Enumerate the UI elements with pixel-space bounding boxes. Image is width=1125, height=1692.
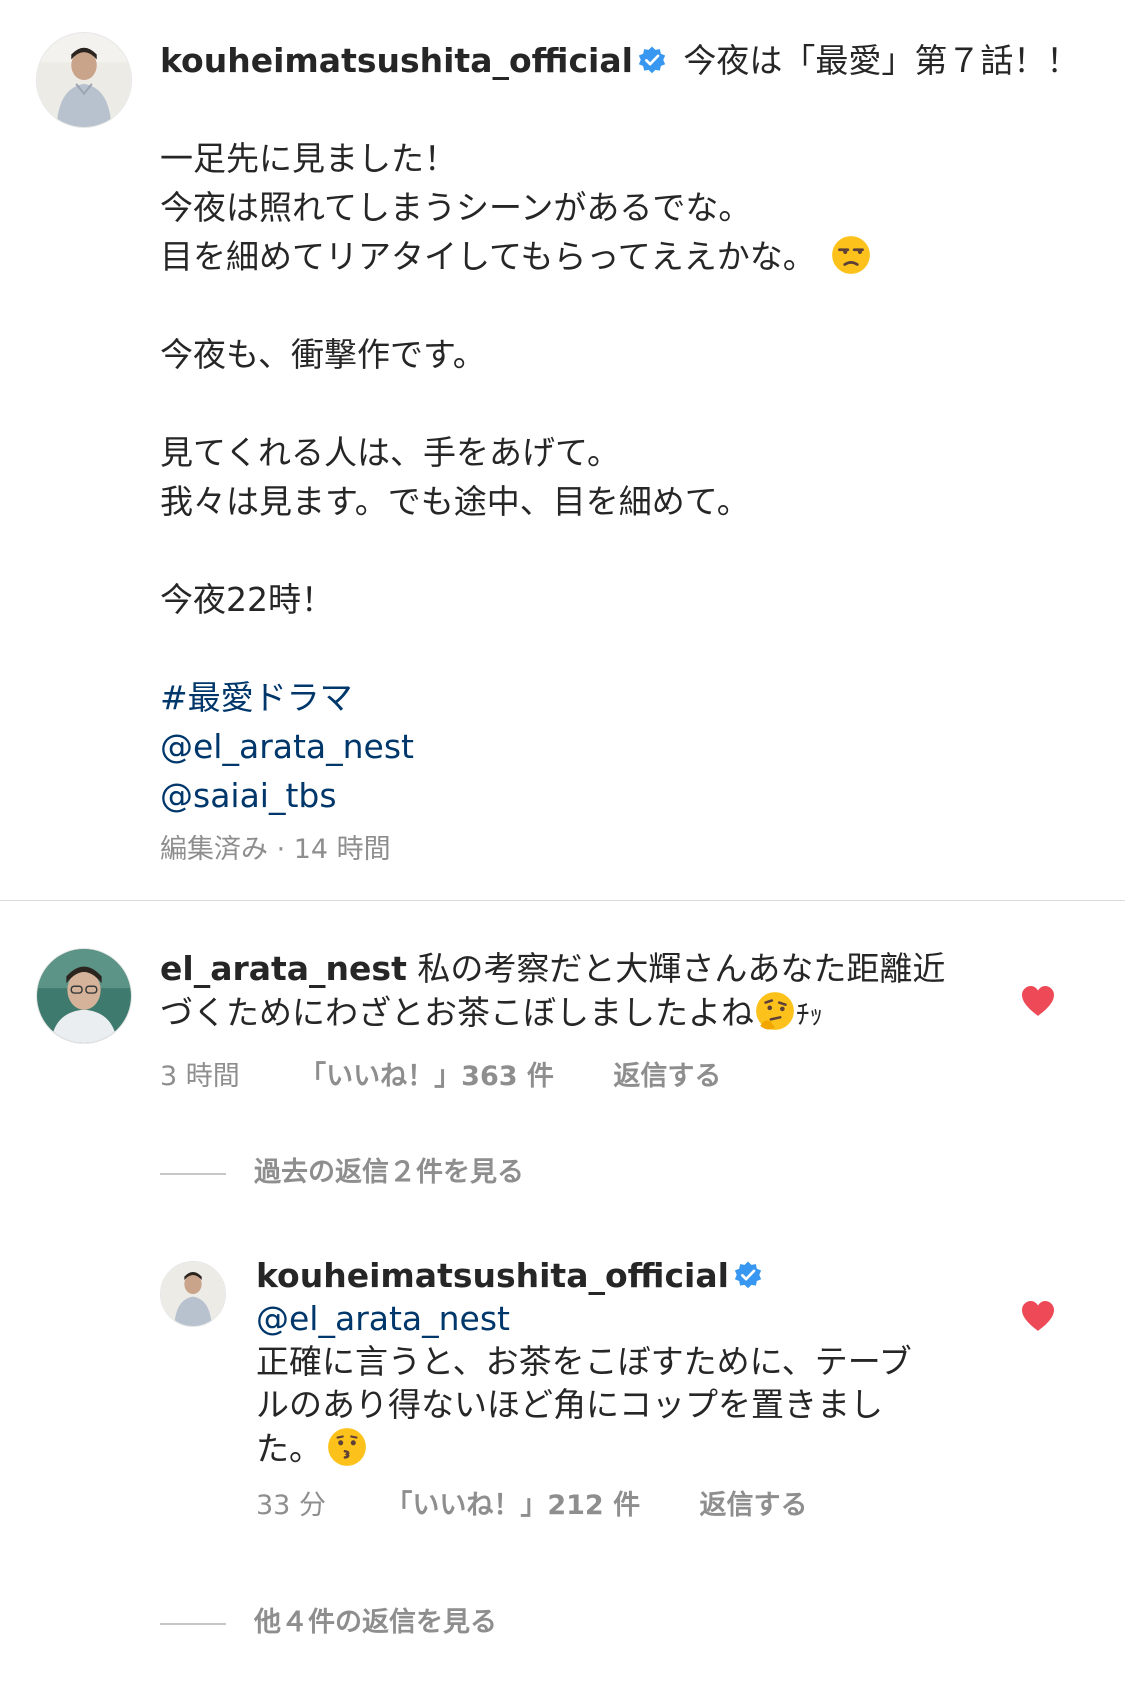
- heart-icon[interactable]: [1020, 985, 1056, 1017]
- post-author-avatar[interactable]: [36, 32, 132, 128]
- post-caption: kouheimatsushita_official 今夜は「最愛」第７話！！ 一…: [160, 36, 1080, 870]
- reply-text: ルのあり得ないほど角にコップを置きまし: [256, 1385, 883, 1424]
- reply-comment: kouheimatsushita_official @el_arata_nest…: [256, 1254, 956, 1527]
- caption-line: 見てくれる人は、手をあげて。: [160, 433, 621, 472]
- verified-badge-icon: [733, 1260, 763, 1290]
- caption-line-title: 今夜は「最愛」第７話！！: [683, 41, 1080, 80]
- avatar-image: [37, 33, 131, 127]
- reply-time: 33 分: [256, 1490, 326, 1521]
- unamused-face-emoji: [830, 234, 872, 276]
- hashtag-link[interactable]: #最愛ドラマ: [160, 673, 1080, 722]
- reply-button[interactable]: 返信する: [700, 1490, 808, 1521]
- avatar-image: [161, 1262, 225, 1326]
- post-meta: 編集済み · 14 時間: [160, 834, 391, 865]
- reply-button[interactable]: 返信する: [613, 1061, 721, 1092]
- kissing-face-emoji: [326, 1426, 368, 1468]
- reply-likes-count[interactable]: 「いいね！」212 件: [385, 1490, 640, 1521]
- comment-time: 3 時間: [160, 1061, 240, 1092]
- post-username[interactable]: kouheimatsushita_official: [160, 41, 633, 80]
- comment-username[interactable]: el_arata_nest: [160, 949, 407, 988]
- reply-mention-link[interactable]: @el_arata_nest: [256, 1297, 956, 1340]
- thinking-face-emoji: [754, 990, 796, 1032]
- caption-line: 我々は見ます。でも途中、目を細めて。: [160, 482, 750, 521]
- reply-username[interactable]: kouheimatsushita_official: [256, 1256, 729, 1295]
- comment-author-avatar[interactable]: [36, 948, 132, 1044]
- view-past-replies-button[interactable]: 過去の返信２件を見る: [160, 1150, 524, 1189]
- mention-link[interactable]: @saiai_tbs: [160, 771, 1080, 820]
- verified-badge-icon: [637, 45, 667, 75]
- mention-link[interactable]: @el_arata_nest: [160, 722, 1080, 771]
- avatar-image: [37, 949, 131, 1043]
- comment-text: づくためにわざとお茶こぼしましたよね: [160, 993, 754, 1032]
- divider-dash: [160, 1622, 226, 1625]
- divider-dash: [160, 1172, 226, 1175]
- heart-icon[interactable]: [1020, 1300, 1056, 1332]
- reply-text: 正確に言うと、お茶をこぼすために、テーブ: [256, 1342, 912, 1381]
- comment-text: 私の考察だと大輝さんあなた距離近: [417, 949, 946, 988]
- caption-line: 今夜は照れてしまうシーンがあるでな。: [160, 188, 752, 227]
- comment-likes-count[interactable]: 「いいね！」363 件: [299, 1061, 554, 1092]
- reply-author-avatar[interactable]: [160, 1261, 226, 1327]
- view-more-replies-label: 他４件の返信を見る: [254, 1607, 497, 1638]
- caption-line: 目を細めてリアタイしてもらってええかな。: [160, 237, 816, 276]
- caption-line: 一足先に見ました！: [160, 139, 457, 178]
- comment-suffix: ﾁｯ: [796, 1000, 823, 1031]
- view-past-replies-label: 過去の返信２件を見る: [254, 1157, 524, 1188]
- caption-line: 今夜も、衝撃作です。: [160, 335, 486, 374]
- divider: [0, 900, 1125, 901]
- caption-line: 今夜22時！: [160, 580, 334, 619]
- comment: el_arata_nest 私の考察だと大輝さんあなた距離近 づくためにわざとお…: [160, 947, 960, 1098]
- reply-text: た。: [256, 1429, 322, 1468]
- view-more-replies-button[interactable]: 他４件の返信を見る: [160, 1600, 497, 1639]
